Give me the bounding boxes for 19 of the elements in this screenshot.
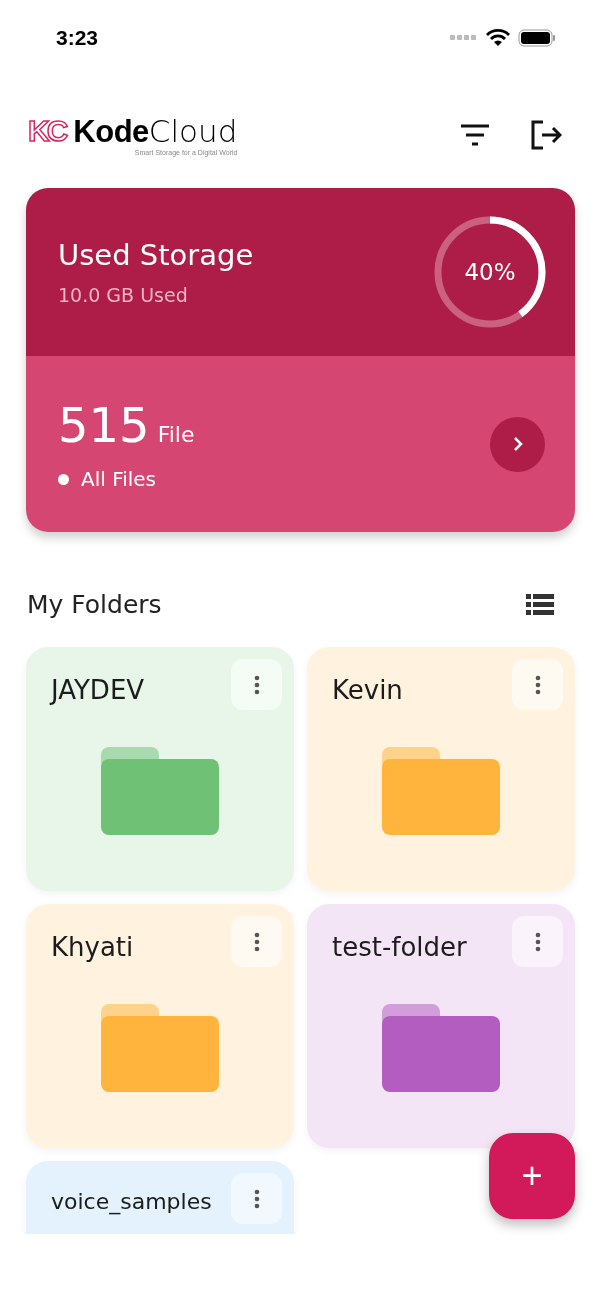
status-time: 3:23 xyxy=(56,26,99,50)
storage-title: Used Storage xyxy=(58,238,254,272)
folder-card[interactable]: voice_samples xyxy=(26,1161,294,1234)
folder-name: Kevin xyxy=(332,675,403,705)
storage-used: 10.0 GB Used xyxy=(58,284,189,306)
folder-name: test-folder xyxy=(332,932,467,962)
section-title: My Folders xyxy=(27,590,162,619)
folder-name: voice_samples xyxy=(51,1189,212,1214)
all-files-link[interactable]: All Files xyxy=(81,467,157,491)
folder-card[interactable]: test-folder xyxy=(307,904,575,1148)
folder-card[interactable]: Khyati xyxy=(26,904,294,1148)
folder-card[interactable]: JAYDEV xyxy=(26,647,294,891)
file-count: 515 xyxy=(58,397,150,453)
folder-card[interactable]: Kevin xyxy=(307,647,575,891)
folder-name: Khyati xyxy=(51,932,134,962)
file-unit: File xyxy=(157,422,195,447)
add-button[interactable]: + xyxy=(489,1133,575,1219)
folder-name: JAYDEV xyxy=(51,675,145,705)
storage-percent: 40% xyxy=(464,259,516,285)
